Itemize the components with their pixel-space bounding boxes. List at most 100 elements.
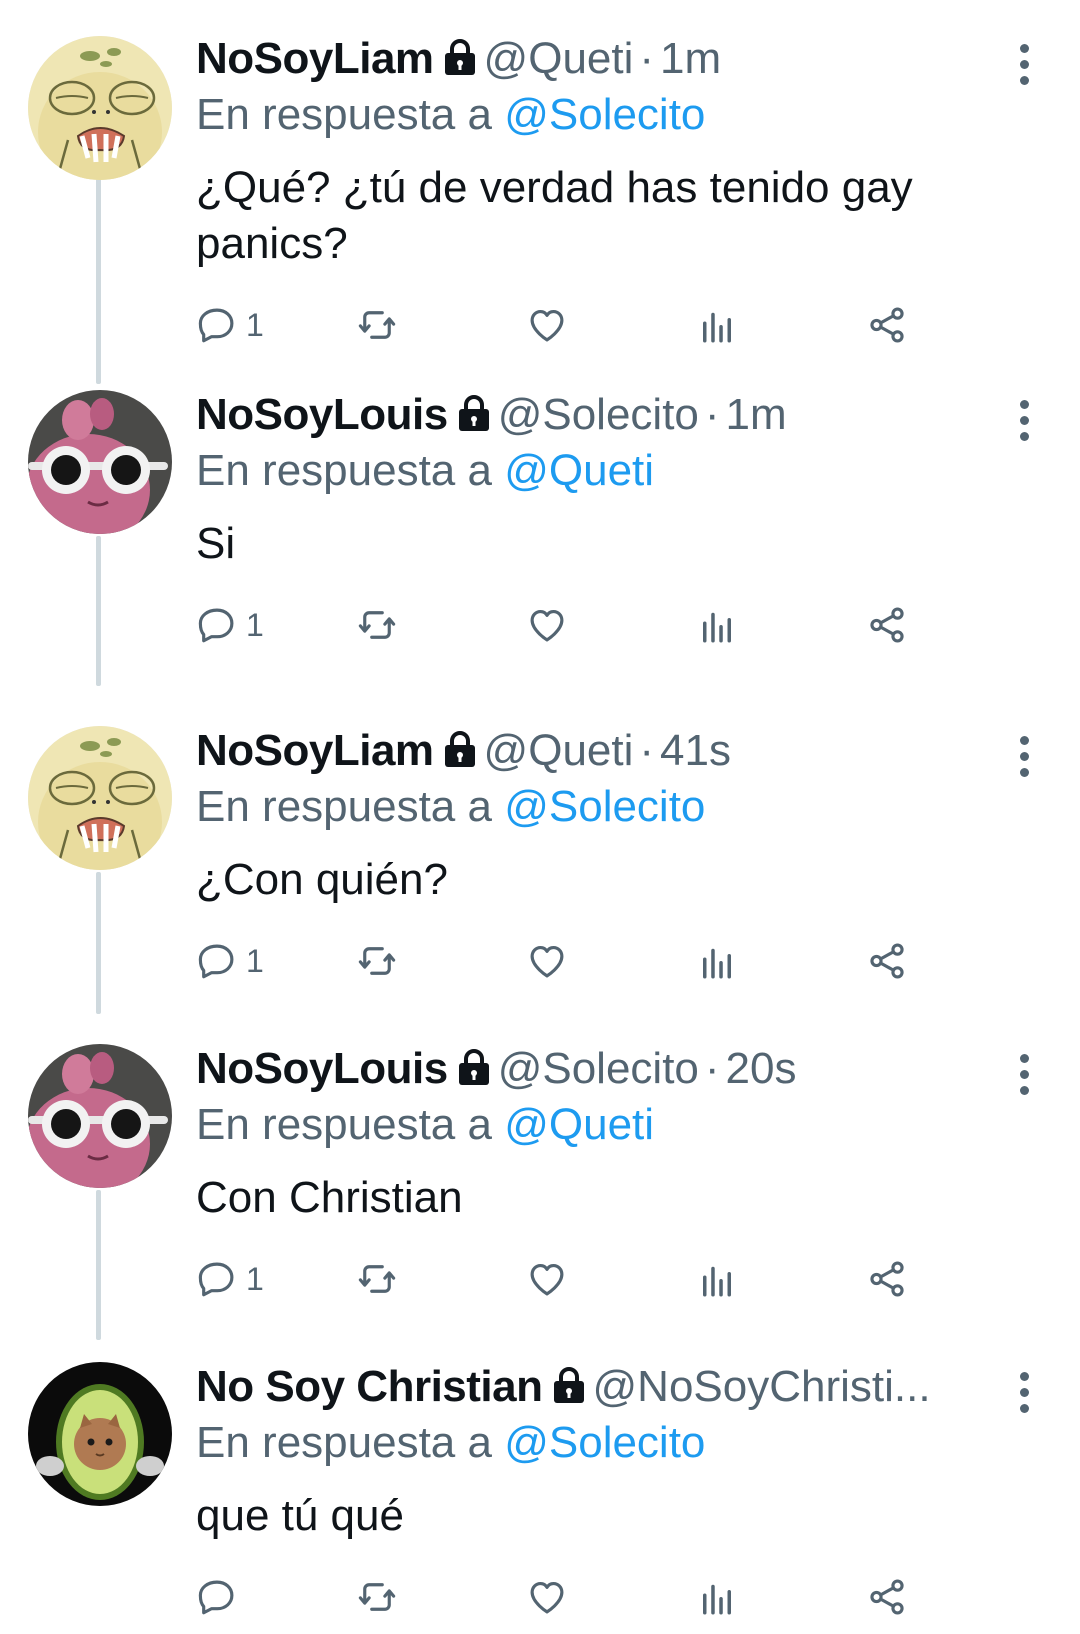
- reply-mention-link[interactable]: @Queti: [504, 1100, 654, 1149]
- share-button[interactable]: [866, 300, 908, 350]
- like-button[interactable]: [526, 1572, 568, 1622]
- reply-count: 1: [246, 942, 264, 979]
- reply-button[interactable]: 1: [196, 600, 264, 650]
- separator-dot: ·: [704, 1044, 720, 1093]
- more-vertical-icon[interactable]: [1016, 44, 1032, 92]
- views-button[interactable]: [696, 1254, 738, 1304]
- timestamp[interactable]: 1m: [660, 34, 721, 83]
- views-button[interactable]: [696, 600, 738, 650]
- reply-button[interactable]: 1: [196, 300, 264, 350]
- views-chart-icon: [703, 612, 731, 643]
- display-name[interactable]: NoSoyLiam: [196, 34, 434, 83]
- reply-context: En respuesta a @Solecito: [196, 90, 705, 140]
- user-handle[interactable]: @NoSoyChristi...: [593, 1362, 931, 1411]
- views-button[interactable]: [696, 936, 738, 986]
- reply-button[interactable]: 1: [196, 936, 264, 986]
- user-handle[interactable]: @Queti: [484, 726, 634, 775]
- heart-icon: [530, 1263, 564, 1296]
- tweet-text: Si: [196, 519, 236, 568]
- retweet-icon: [358, 1265, 396, 1293]
- thread-line: [96, 1190, 101, 1340]
- views-chart-icon: [703, 948, 731, 979]
- thread-line: [96, 172, 101, 384]
- avatar-turtle[interactable]: [28, 36, 172, 180]
- heart-icon: [530, 1581, 564, 1614]
- share-button[interactable]: [866, 600, 908, 650]
- reply-prefix: En respuesta a: [196, 1100, 492, 1149]
- lock-icon: [442, 730, 478, 773]
- reply-context: En respuesta a @Solecito: [196, 1418, 705, 1468]
- display-name[interactable]: NoSoyLouis: [196, 1044, 448, 1093]
- tweet-text: ¿Qué? ¿tú de verdad has tenido gay panic…: [196, 163, 913, 268]
- reply-icon: [198, 1262, 234, 1297]
- avatar-pink-plush[interactable]: [28, 1044, 172, 1188]
- retweet-button[interactable]: [356, 1572, 398, 1622]
- retweet-button[interactable]: [356, 1254, 398, 1304]
- tweet-header: NoSoyLouis @Solecito · 1m: [196, 390, 990, 446]
- heart-icon: [530, 945, 564, 978]
- share-icon: [870, 943, 904, 979]
- user-handle[interactable]: @Solecito: [498, 390, 699, 439]
- like-button[interactable]: [526, 600, 568, 650]
- more-vertical-icon[interactable]: [1016, 1372, 1032, 1420]
- separator-dot: ·: [639, 726, 655, 775]
- tweet-header: NoSoyLiam @Queti · 1m: [196, 34, 990, 90]
- timestamp[interactable]: 20s: [726, 1044, 797, 1093]
- share-button[interactable]: [866, 936, 908, 986]
- tweet-actions: 1: [196, 600, 966, 650]
- retweet-button[interactable]: [356, 600, 398, 650]
- reply-mention-link[interactable]: @Solecito: [504, 782, 705, 831]
- like-button[interactable]: [526, 1254, 568, 1304]
- avatar-turtle[interactable]: [28, 726, 172, 870]
- like-button[interactable]: [526, 936, 568, 986]
- display-name[interactable]: NoSoyLouis: [196, 390, 448, 439]
- display-name[interactable]: No Soy Christian: [196, 1362, 543, 1411]
- tweet-header: NoSoyLiam @Queti · 41s: [196, 726, 990, 782]
- more-vertical-icon[interactable]: [1016, 1054, 1032, 1102]
- tweet-header: NoSoyLouis @Solecito · 20s: [196, 1044, 990, 1100]
- share-button[interactable]: [866, 1254, 908, 1304]
- share-icon: [870, 307, 904, 343]
- more-vertical-icon[interactable]: [1016, 400, 1032, 448]
- reply-count: 1: [246, 606, 264, 643]
- share-icon: [870, 1261, 904, 1297]
- heart-icon: [530, 309, 564, 342]
- reply-context: En respuesta a @Queti: [196, 1100, 654, 1150]
- avatar-avocado-cat[interactable]: [28, 1362, 172, 1506]
- thread-line: [96, 536, 101, 686]
- retweet-icon: [358, 1583, 396, 1611]
- retweet-button[interactable]: [356, 300, 398, 350]
- like-button[interactable]: [526, 300, 568, 350]
- views-button[interactable]: [696, 300, 738, 350]
- tweet-actions: [196, 1572, 966, 1622]
- display-name[interactable]: NoSoyLiam: [196, 726, 434, 775]
- reply-mention-link[interactable]: @Solecito: [504, 1418, 705, 1467]
- user-handle[interactable]: @Queti: [484, 34, 634, 83]
- views-chart-icon: [703, 312, 731, 343]
- reply-icon: [198, 944, 234, 979]
- heart-icon: [530, 609, 564, 642]
- avatar-pink-plush[interactable]: [28, 390, 172, 534]
- timestamp[interactable]: 1m: [726, 390, 787, 439]
- timestamp[interactable]: 41s: [660, 726, 731, 775]
- reply-icon: [198, 1580, 234, 1615]
- tweet-text: que tú qué: [196, 1491, 404, 1540]
- tweet-text: ¿Con quién?: [196, 855, 448, 904]
- reply-button[interactable]: 1: [196, 1254, 264, 1304]
- more-vertical-icon[interactable]: [1016, 736, 1032, 784]
- user-handle[interactable]: @Solecito: [498, 1044, 699, 1093]
- tweet-header: No Soy Christian @NoSoyChristi...: [196, 1362, 990, 1418]
- separator-dot: ·: [639, 34, 655, 83]
- share-button[interactable]: [866, 1572, 908, 1622]
- share-icon: [870, 1579, 904, 1615]
- reply-mention-link[interactable]: @Solecito: [504, 90, 705, 139]
- retweet-icon: [358, 947, 396, 975]
- reply-mention-link[interactable]: @Queti: [504, 446, 654, 495]
- views-chart-icon: [703, 1584, 731, 1615]
- reply-button[interactable]: [196, 1572, 238, 1622]
- reply-prefix: En respuesta a: [196, 1418, 492, 1467]
- reply-icon: [198, 308, 234, 343]
- views-button[interactable]: [696, 1572, 738, 1622]
- reply-count: 1: [246, 1260, 264, 1297]
- retweet-button[interactable]: [356, 936, 398, 986]
